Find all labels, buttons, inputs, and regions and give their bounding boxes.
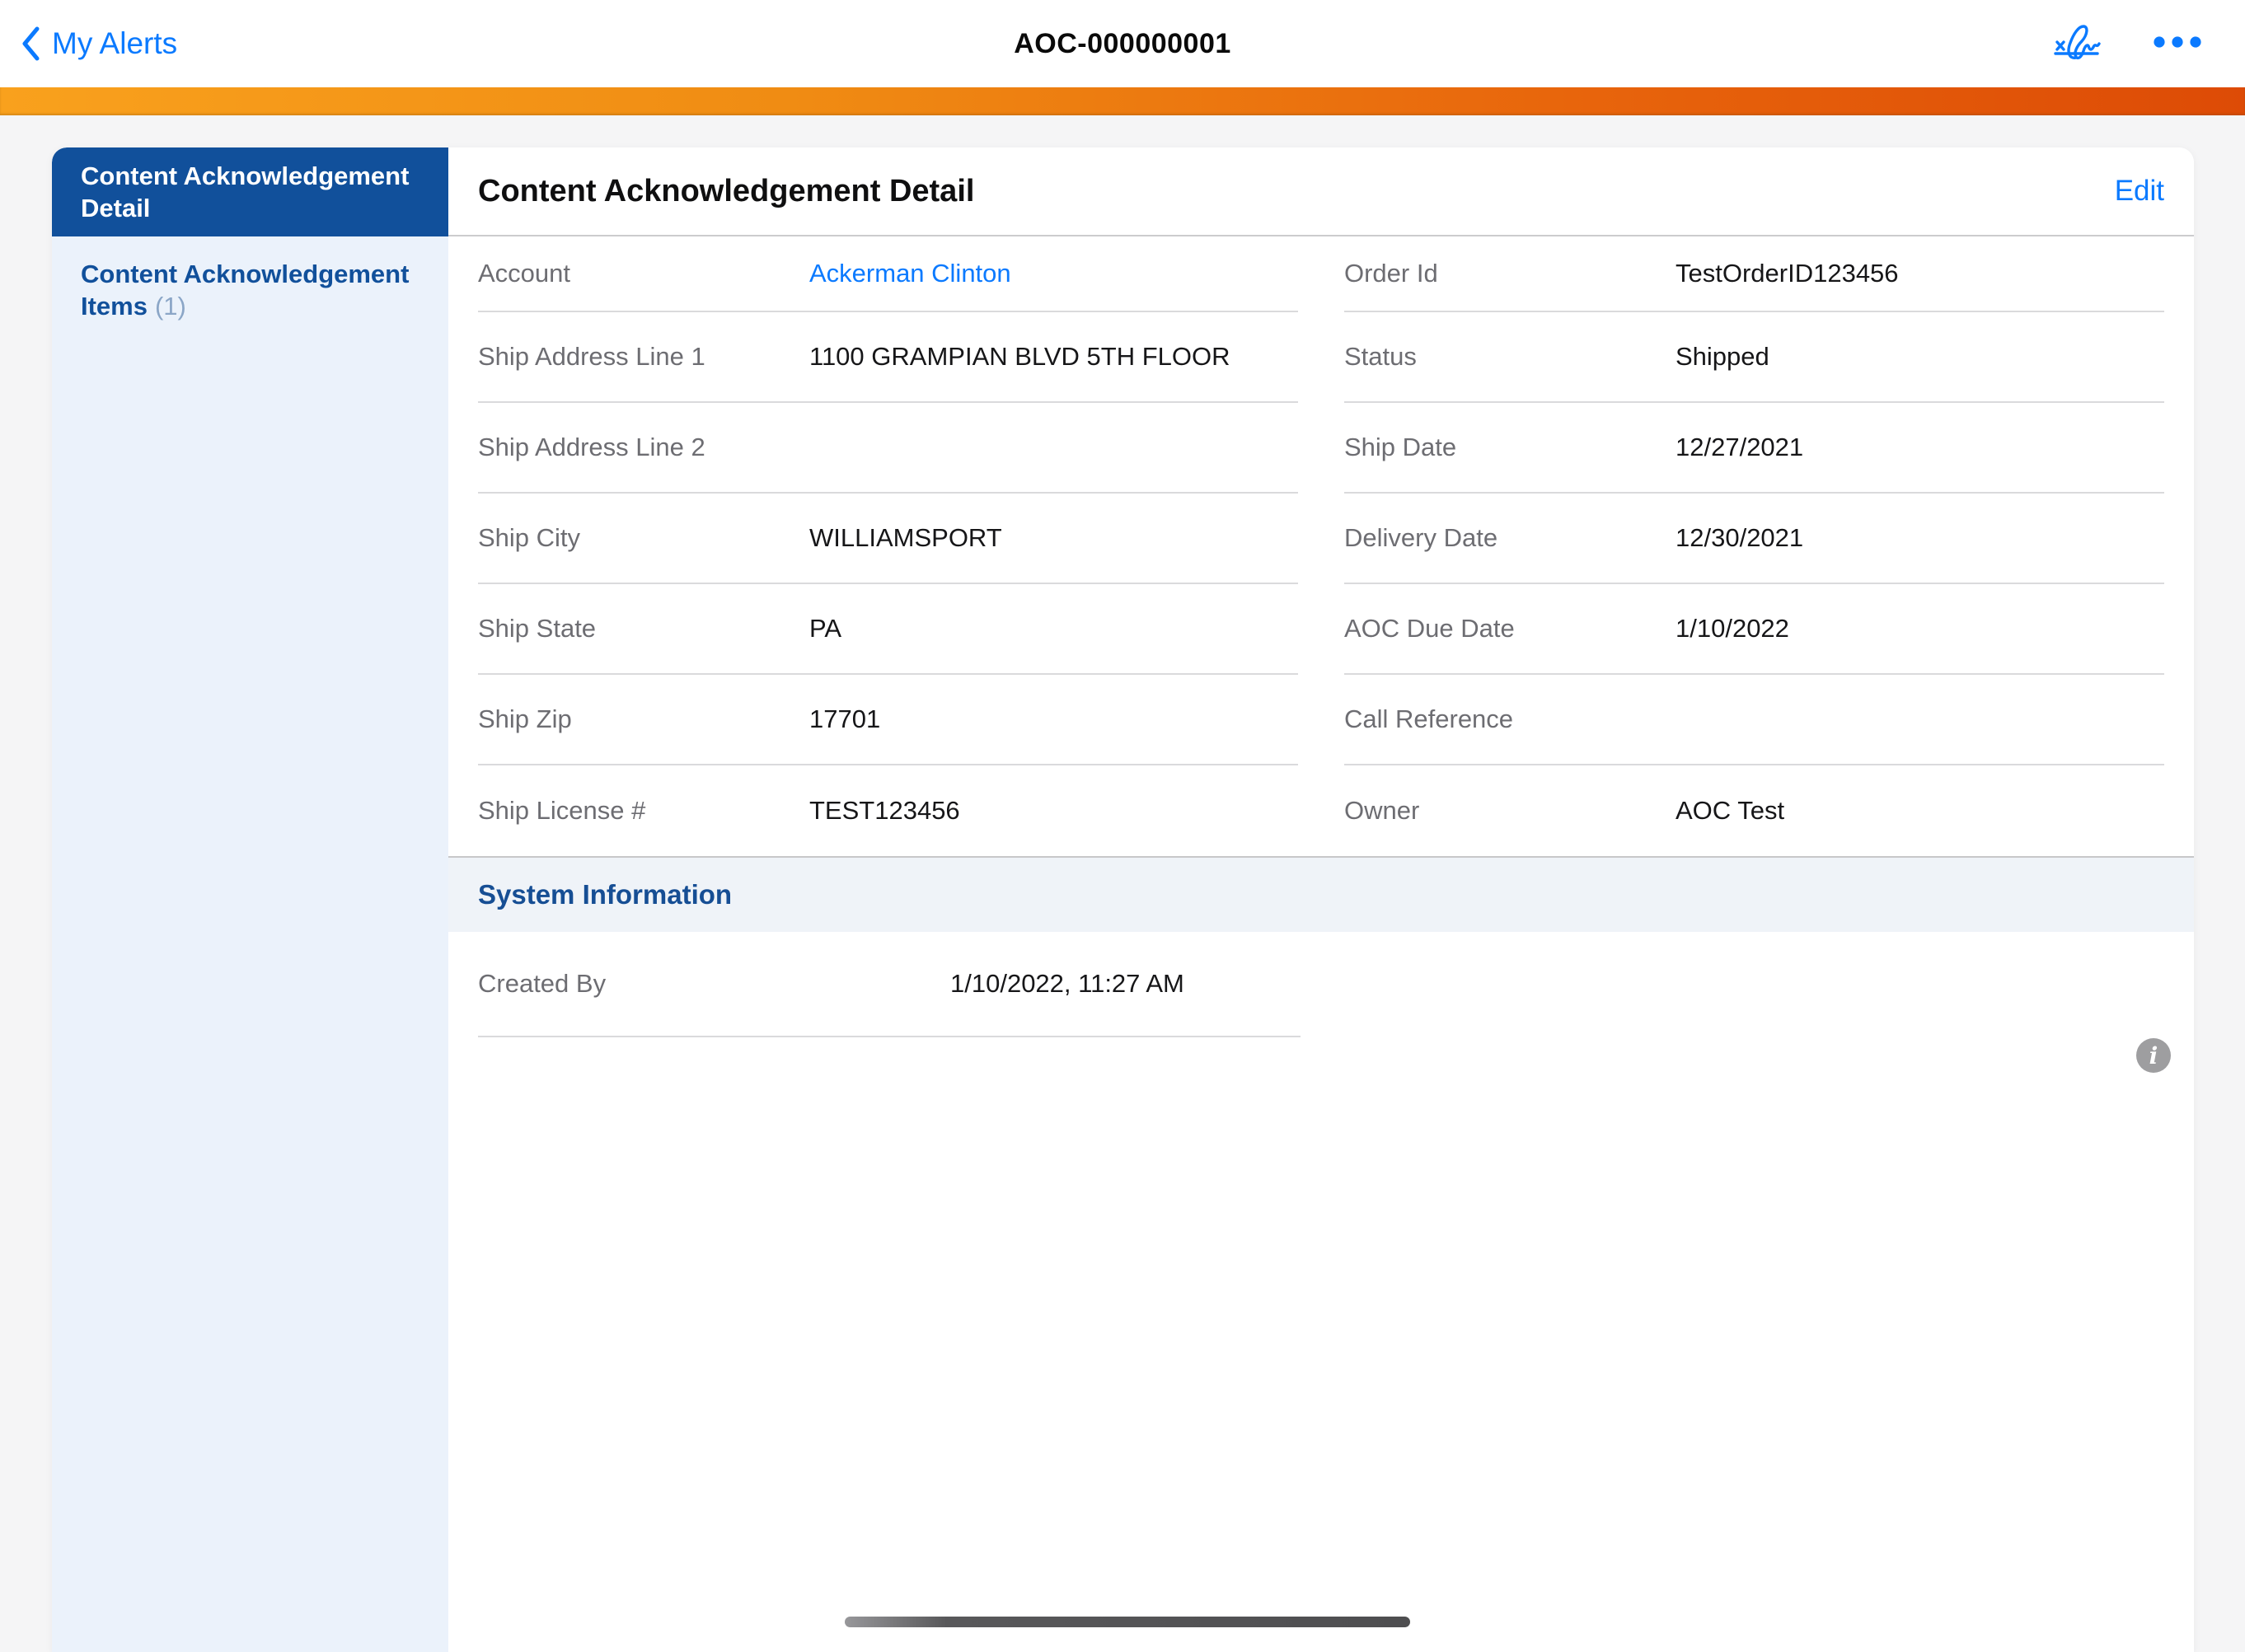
home-indicator[interactable] — [845, 1617, 1410, 1627]
field-label: Created By — [478, 969, 950, 999]
system-information-title: System Information — [478, 879, 732, 910]
field-label: AOC Due Date — [1344, 614, 1676, 643]
record-card: Content Acknowledgement Detail Content A… — [52, 147, 2194, 1652]
info-button[interactable]: i — [2136, 1038, 2171, 1073]
field-row-ship-zip: Ship Zip 17701 — [478, 675, 1298, 765]
detail-header: Content Acknowledgement Detail Edit — [448, 147, 2194, 236]
field-row-account: Account Ackerman Clinton — [478, 236, 1298, 312]
detail-panel: Content Acknowledgement Detail Edit Acco… — [448, 147, 2194, 1652]
field-label: Call Reference — [1344, 704, 1676, 734]
field-label: Order Id — [1344, 259, 1676, 288]
field-row-owner: Owner AOC Test — [1344, 765, 2164, 856]
sidebar-item-count: (1) — [155, 292, 186, 321]
account-link[interactable]: Ackerman Clinton — [809, 259, 1011, 288]
page-body: Content Acknowledgement Detail Content A… — [0, 115, 2245, 1652]
info-icon: i — [2149, 1042, 2158, 1069]
field-row-order-id: Order Id TestOrderID123456 — [1344, 236, 2164, 312]
ellipsis-icon — [2153, 35, 2202, 53]
field-value: 12/30/2021 — [1676, 523, 1803, 553]
field-label: Ship Address Line 2 — [478, 433, 809, 462]
navigation-bar: My Alerts AOC-000000001 — [0, 0, 2245, 87]
field-label: Ship License # — [478, 796, 809, 826]
field-label: Ship Address Line 1 — [478, 342, 809, 372]
edit-button[interactable]: Edit — [2115, 175, 2164, 208]
signature-icon — [2050, 18, 2102, 70]
field-row-ship-city: Ship City WILLIAMSPORT — [478, 494, 1298, 584]
system-information-rows: Created By 1/10/2022, 11:27 AM — [448, 932, 2194, 1037]
system-information-section-header: System Information — [448, 856, 2194, 932]
field-value: AOC Test — [1676, 796, 1784, 826]
field-label: Ship State — [478, 614, 809, 643]
sidebar-item-label: Content Acknowledgement Detail — [81, 160, 415, 224]
field-value: PA — [809, 614, 841, 643]
field-value: TestOrderID123456 — [1676, 259, 1899, 288]
field-label: Ship Zip — [478, 704, 809, 734]
more-actions-button[interactable] — [2153, 35, 2202, 53]
field-value: WILLIAMSPORT — [809, 523, 1002, 553]
field-column-right: Order Id TestOrderID123456 Status Shippe… — [1344, 236, 2164, 856]
field-value: 1/10/2022 — [1676, 614, 1789, 643]
sidebar-item-label: Content Acknowledgement Items — [81, 260, 409, 321]
nav-actions — [2050, 0, 2202, 87]
field-column-left: Account Ackerman Clinton Ship Address Li… — [478, 236, 1298, 856]
field-row-ship-license: Ship License # TEST123456 — [478, 765, 1298, 856]
field-value: TEST123456 — [809, 796, 960, 826]
app-screen: My Alerts AOC-000000001 — [0, 0, 2245, 1652]
field-label: Status — [1344, 342, 1676, 372]
field-row-aoc-due-date: AOC Due Date 1/10/2022 — [1344, 584, 2164, 675]
section-sidebar: Content Acknowledgement Detail Content A… — [52, 147, 448, 1652]
field-row-ship-date: Ship Date 12/27/2021 — [1344, 403, 2164, 494]
brand-accent-bar — [0, 87, 2245, 115]
field-label: Account — [478, 259, 809, 288]
sidebar-item-content-acknowledgement-items[interactable]: Content Acknowledgement Items(1) — [52, 236, 448, 344]
field-row-created-by: Created By 1/10/2022, 11:27 AM — [478, 932, 1301, 1037]
field-row-delivery-date: Delivery Date 12/30/2021 — [1344, 494, 2164, 584]
signature-button[interactable] — [2050, 18, 2102, 70]
field-row-ship-address-line-1: Ship Address Line 1 1100 GRAMPIAN BLVD 5… — [478, 312, 1298, 403]
field-label: Ship City — [478, 523, 809, 553]
field-row-call-reference: Call Reference — [1344, 675, 2164, 765]
field-grid: Account Ackerman Clinton Ship Address Li… — [448, 236, 2194, 856]
field-label: Delivery Date — [1344, 523, 1676, 553]
page-title: AOC-000000001 — [0, 28, 2245, 60]
field-value: 12/27/2021 — [1676, 433, 1803, 462]
field-label: Ship Date — [1344, 433, 1676, 462]
field-label: Owner — [1344, 796, 1676, 826]
field-value: 17701 — [809, 704, 880, 734]
field-row-ship-address-line-2: Ship Address Line 2 — [478, 403, 1298, 494]
field-row-status: Status Shipped — [1344, 312, 2164, 403]
field-value: 1/10/2022, 11:27 AM — [950, 969, 1184, 999]
status-value: Shipped — [1676, 342, 1769, 372]
detail-title: Content Acknowledgement Detail — [478, 174, 974, 209]
sidebar-item-content-acknowledgement-detail[interactable]: Content Acknowledgement Detail — [52, 147, 448, 236]
field-value: 1100 GRAMPIAN BLVD 5TH FLOOR — [809, 342, 1230, 372]
field-row-ship-state: Ship State PA — [478, 584, 1298, 675]
